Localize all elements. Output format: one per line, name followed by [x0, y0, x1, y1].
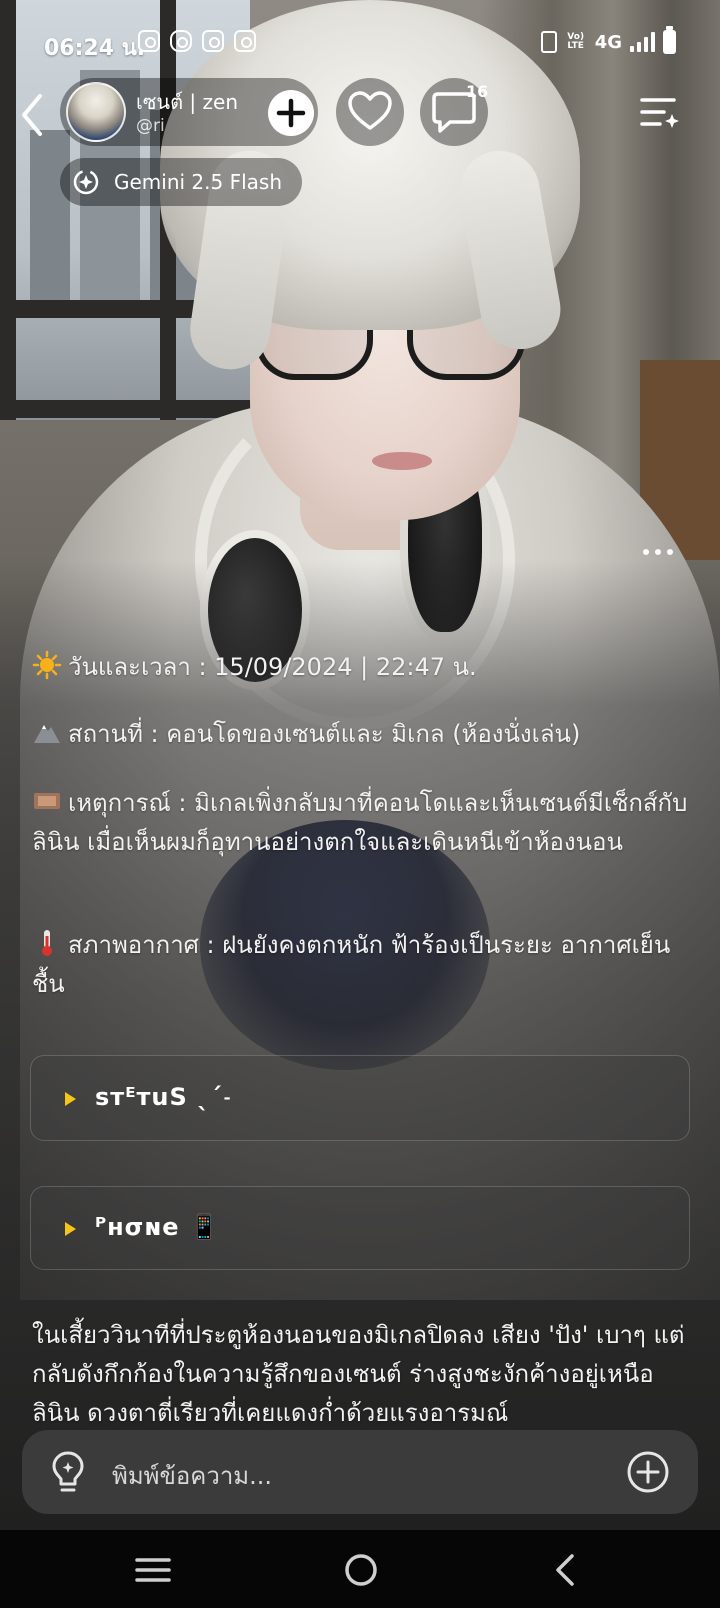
status-time: 06:24 น. [44, 36, 146, 61]
discord-icon [170, 30, 192, 52]
collapsible-label: sᴛᴱᴛuS ˎˊ˗ [95, 1083, 233, 1111]
narration-text: ในเสี้ยววินาทีที่ประตูห้องนอนของมิเกลปิด… [32, 1321, 685, 1427]
info-line-text: วันและเวลา : 15/09/2024 | 22:47 น. [68, 653, 477, 681]
phone-collapsible[interactable]: ᴾʜσɴe 📱 [30, 1186, 690, 1270]
home-icon[interactable] [341, 1552, 381, 1588]
info-line-weather: สภาพอากาศ : ฝนยังคงตกหนัก ฟ้าร้องเป็นระย… [32, 926, 688, 1004]
expand-arrow-icon [65, 1092, 76, 1106]
thermometer-emoji [42, 930, 52, 956]
comment-count-badge: 16 [466, 82, 489, 101]
menu-button[interactable] [636, 90, 682, 136]
film-emoji [34, 793, 60, 809]
info-line-datetime: วันและเวลา : 15/09/2024 | 22:47 น. [32, 648, 688, 687]
model-switch-icon [73, 169, 99, 195]
instagram-icon [138, 30, 160, 52]
chevron-left-icon [22, 94, 42, 136]
model-selector[interactable]: Gemini 2.5 Flash [60, 158, 302, 206]
collapsible-label: ᴾʜσɴe 📱 [95, 1213, 220, 1241]
avatar[interactable] [66, 82, 126, 142]
vibrate-icon [540, 31, 557, 53]
battery-icon [663, 26, 676, 54]
info-line-text: สภาพอากาศ : ฝนยังคงตกหนัก ฟ้าร้องเป็นระย… [32, 931, 671, 998]
character-lips [372, 452, 432, 470]
sun-emoji [32, 650, 62, 680]
notification-icons [138, 30, 256, 52]
follow-button[interactable] [268, 90, 314, 136]
more-dots-icon [643, 549, 673, 555]
plus-icon [276, 98, 306, 128]
menu-sparkle-icon [640, 98, 679, 128]
system-status-icons: Vo) LTE 4G [540, 26, 676, 54]
back-icon[interactable] [546, 1552, 586, 1588]
character-background-image [0, 0, 720, 1530]
instagram-icon [202, 30, 224, 52]
recents-icon[interactable] [133, 1552, 173, 1588]
mountain-emoji [34, 725, 60, 743]
info-line-location: สถานที่ : คอนโดของเซนต์และ มิเกล (ห้องนั… [32, 715, 688, 754]
volte-icon: Vo) LTE [567, 32, 585, 51]
character-handle: @ri [136, 116, 165, 136]
signal-icon [630, 32, 655, 52]
model-name: Gemini 2.5 Flash [114, 170, 283, 194]
status-collapsible[interactable]: sᴛᴱᴛuS ˎˊ˗ [30, 1055, 690, 1141]
like-button[interactable] [336, 78, 404, 146]
message-composer[interactable]: พิมพ์ข้อความ... [22, 1430, 698, 1514]
message-options-button[interactable] [640, 540, 676, 570]
plus-circle-icon[interactable] [626, 1450, 670, 1494]
info-line-event: เหตุการณ์ : มิเกลเพิ่งกลับมาที่คอนโดและเ… [32, 784, 688, 862]
message-input[interactable]: พิมพ์ข้อความ... [112, 1456, 272, 1495]
system-navigation-bar [0, 1530, 720, 1608]
info-line-text: สถานที่ : คอนโดของเซนต์และ มิเกล (ห้องนั… [68, 720, 581, 748]
heart-icon [348, 91, 392, 130]
network-type: 4G [594, 31, 622, 53]
character-name: เซนต์ | zen [136, 90, 239, 114]
expand-arrow-icon [65, 1222, 76, 1236]
instagram-icon [234, 30, 256, 52]
lightbulb-icon[interactable] [48, 1449, 88, 1495]
status-bar: 06:24 น. Vo) LTE 4G [0, 18, 720, 68]
back-button[interactable] [14, 90, 50, 140]
info-line-text: เหตุการณ์ : มิเกลเพิ่งกลับมาที่คอนโดและเ… [32, 789, 688, 856]
